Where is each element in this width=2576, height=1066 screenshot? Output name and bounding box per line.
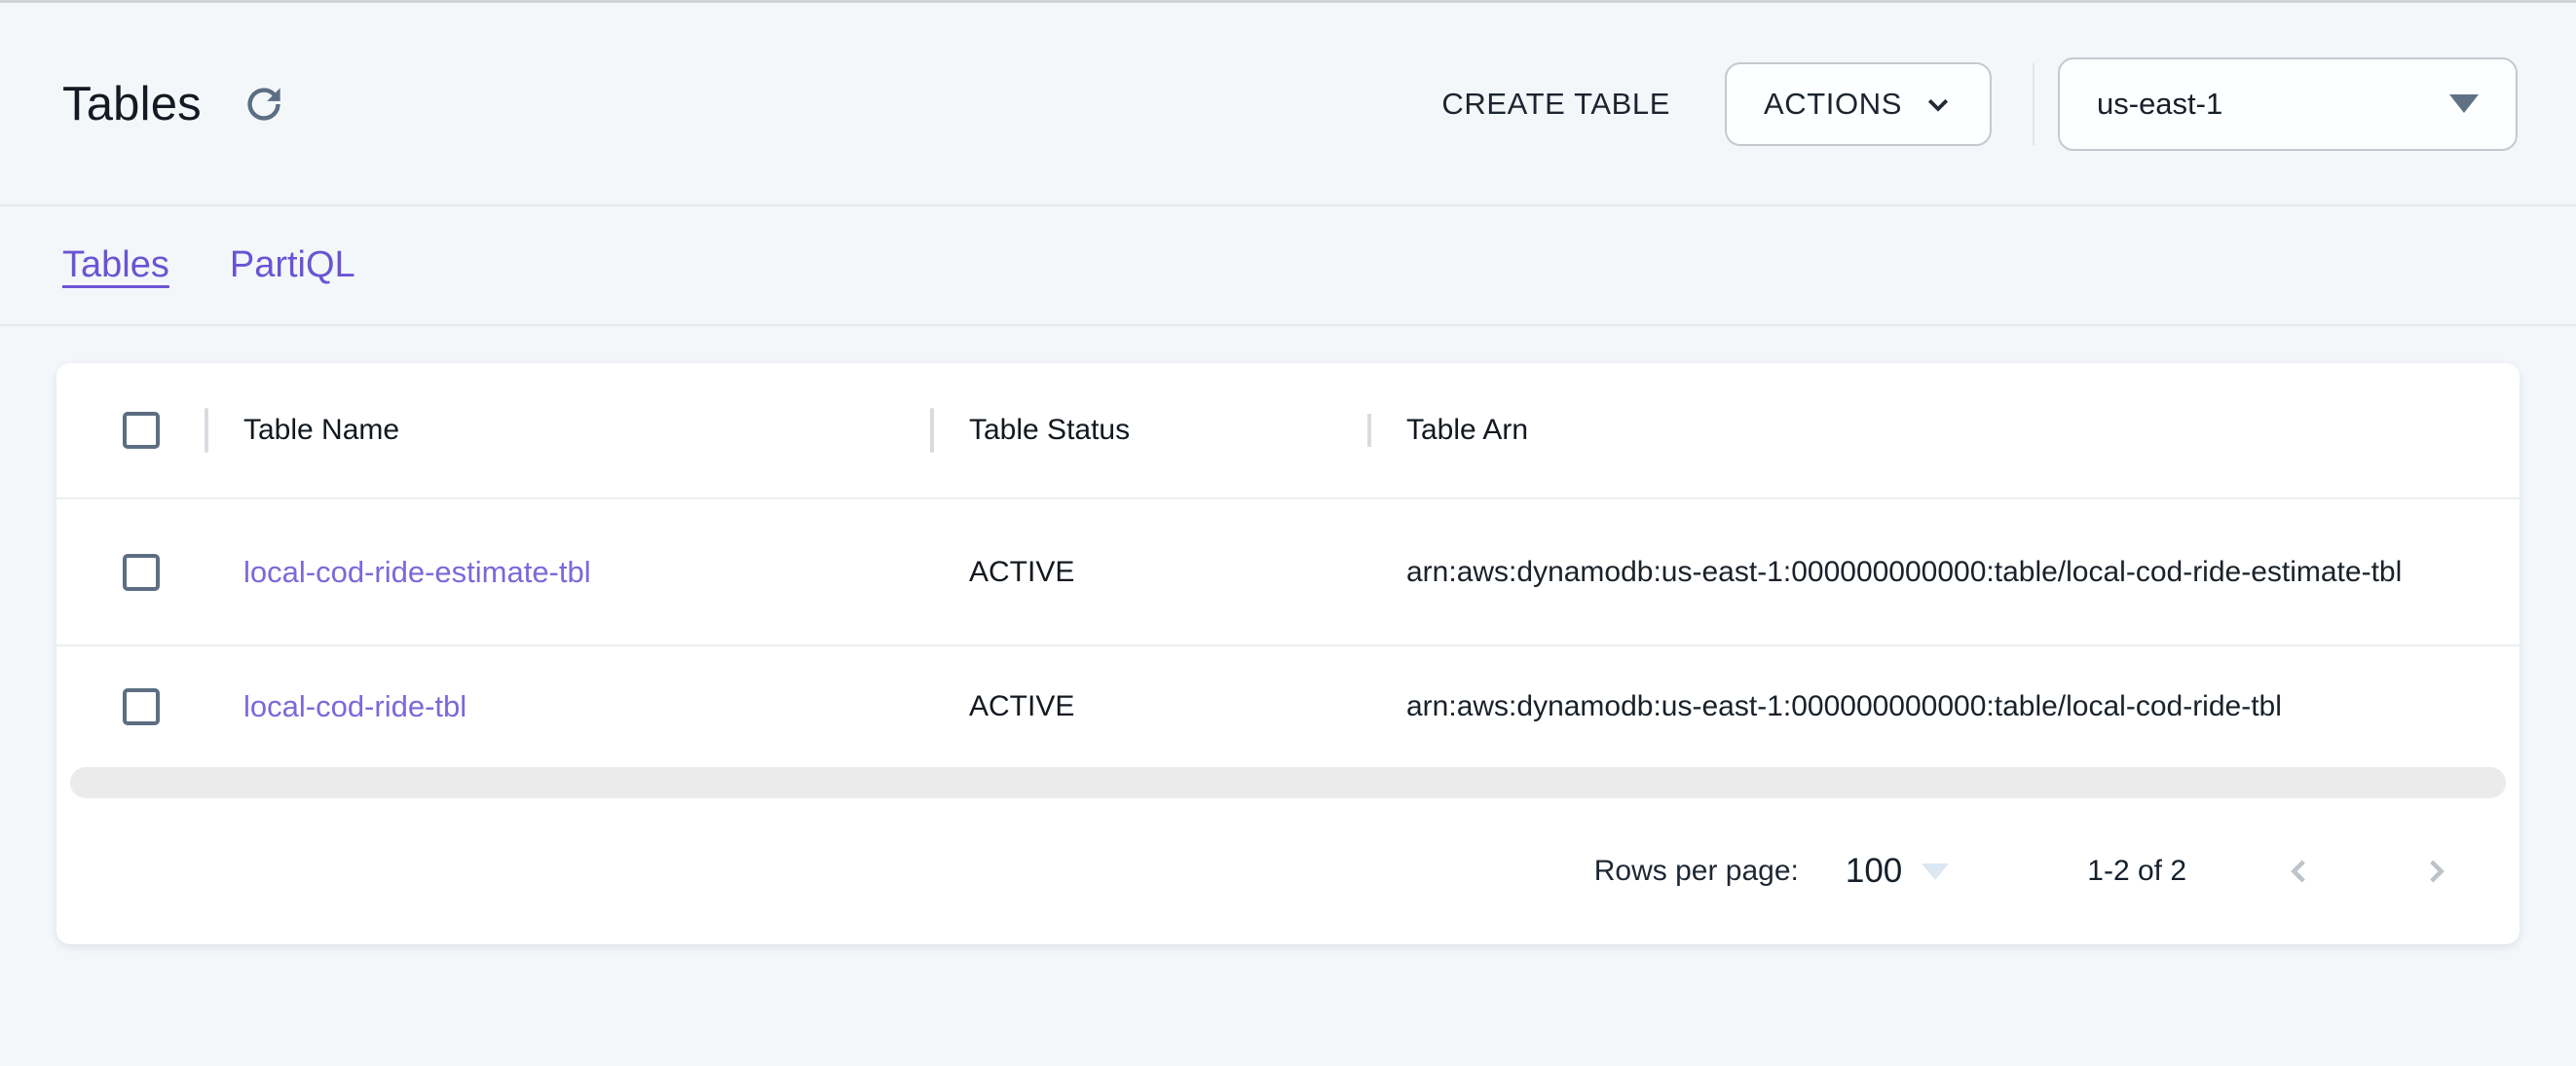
table-arn-cell: arn:aws:dynamodb:us-east-1:000000000000:… <box>1367 556 2520 589</box>
actions-button[interactable]: ACTIONS <box>1725 62 1992 146</box>
table-row: local-cod-ride-estimate-tbl ACTIVE arn:a… <box>56 499 2520 646</box>
rows-per-page-label: Rows per page: <box>1594 855 1799 888</box>
horizontal-scrollbar-thumb[interactable] <box>70 767 2506 798</box>
table-row: local-cod-ride-tbl ACTIVE arn:aws:dynamo… <box>56 646 2520 767</box>
horizontal-scrollbar-track <box>56 767 2520 798</box>
region-select-value: us-east-1 <box>2097 87 2222 122</box>
caret-down-icon <box>2449 94 2479 113</box>
header-divider <box>2033 63 2035 145</box>
chevron-left-icon <box>2283 855 2316 888</box>
table-status-value: ACTIVE <box>969 690 1074 722</box>
actions-button-label: ACTIONS <box>1764 87 1902 122</box>
next-page-button[interactable] <box>2412 848 2459 895</box>
caret-down-icon <box>1922 864 1949 880</box>
select-all-checkbox[interactable] <box>123 412 160 449</box>
tab-partiql[interactable]: PartiQL <box>230 244 355 286</box>
row-checkbox[interactable] <box>123 688 160 725</box>
row-checkbox[interactable] <box>123 554 160 591</box>
header-left: Tables <box>62 77 289 131</box>
chevron-down-icon <box>1923 90 1953 119</box>
refresh-icon <box>240 80 288 129</box>
previous-page-button[interactable] <box>2276 848 2323 895</box>
region-select[interactable]: us-east-1 <box>2058 57 2518 151</box>
app-header: Tables CREATE TABLE ACTIONS us-east-1 <box>0 3 2576 206</box>
column-header-table-status[interactable]: Table Status <box>930 414 1367 447</box>
table-status-cell: ACTIVE <box>930 690 1367 723</box>
table-arn-value: arn:aws:dynamodb:us-east-1:000000000000:… <box>1406 690 2282 722</box>
row-select-cell <box>56 554 205 591</box>
table-status-cell: ACTIVE <box>930 556 1367 589</box>
row-select-cell <box>56 688 205 725</box>
create-table-button[interactable]: CREATE TABLE <box>1418 69 1694 139</box>
column-header-label: Table Arn <box>1406 414 1528 446</box>
tables-card: Table Name Table Status Table Arn local-… <box>56 363 2520 944</box>
table-name-cell: local-cod-ride-estimate-tbl <box>205 555 930 590</box>
header-actions: CREATE TABLE ACTIONS us-east-1 <box>1418 57 2518 151</box>
refresh-button[interactable] <box>239 79 289 129</box>
table-header-row: Table Name Table Status Table Arn <box>56 363 2520 499</box>
pagination-range-label: 1-2 of 2 <box>2087 855 2186 888</box>
table-arn-cell: arn:aws:dynamodb:us-east-1:000000000000:… <box>1367 690 2520 723</box>
rows-per-page-value: 100 <box>1846 852 1902 891</box>
table-status-value: ACTIVE <box>969 556 1074 588</box>
column-header-table-arn[interactable]: Table Arn <box>1367 414 2520 447</box>
column-header-label: Table Status <box>969 414 1130 446</box>
column-header-label: Table Name <box>243 414 399 446</box>
chevron-right-icon <box>2419 855 2452 888</box>
rows-per-page-select[interactable]: 100 <box>1846 852 1949 891</box>
tabs-bar: Tables PartiQL <box>0 206 2576 326</box>
table-name-cell: local-cod-ride-tbl <box>205 689 930 724</box>
pagination-bar: Rows per page: 100 1-2 of 2 <box>56 798 2520 944</box>
column-header-table-name[interactable]: Table Name <box>205 414 930 447</box>
table-name-link[interactable]: local-cod-ride-estimate-tbl <box>243 555 591 589</box>
table-name-link[interactable]: local-cod-ride-tbl <box>243 689 467 723</box>
tab-tables[interactable]: Tables <box>62 244 169 286</box>
page-title: Tables <box>62 77 202 131</box>
table-arn-value: arn:aws:dynamodb:us-east-1:000000000000:… <box>1406 556 2402 588</box>
select-all-cell <box>56 412 205 449</box>
